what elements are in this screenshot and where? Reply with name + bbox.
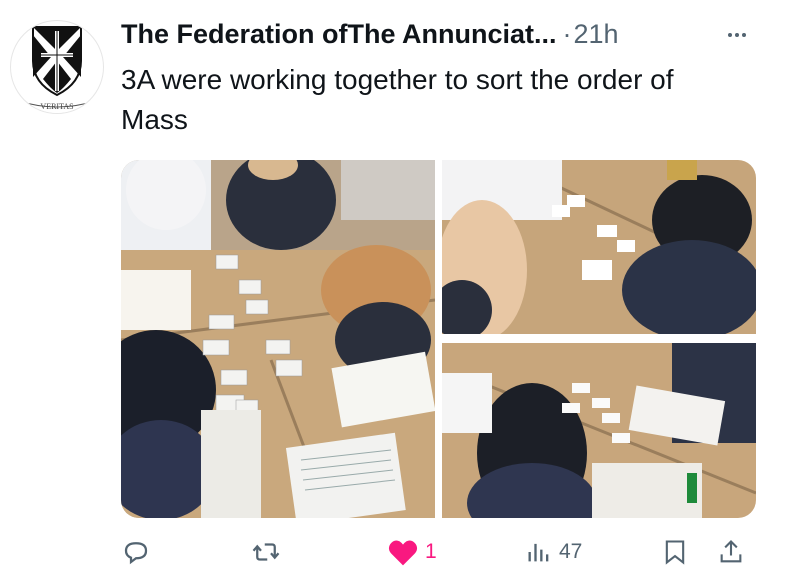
media-photo-2[interactable]: [442, 160, 756, 334]
reply-button[interactable]: [121, 534, 157, 570]
views-count: 47: [559, 540, 583, 563]
views-icon: [528, 543, 549, 562]
media-photo-1[interactable]: [121, 160, 435, 518]
like-icon: [388, 540, 418, 566]
more-icon[interactable]: [722, 20, 752, 50]
retweet-button[interactable]: [251, 534, 287, 570]
bookmark-icon: [665, 540, 685, 565]
reply-icon: [124, 542, 148, 565]
action-bar: 1 47: [121, 530, 761, 574]
like-button[interactable]: 1: [387, 534, 437, 570]
bookmark-button[interactable]: [661, 534, 689, 570]
tweet-text: 3A were working together to sort the ord…: [121, 64, 674, 135]
author-name[interactable]: The Federation ofThe Annunciat...: [121, 19, 557, 50]
timestamp[interactable]: 21h: [574, 19, 619, 50]
tweet-header: The Federation ofThe Annunciat... · 21h: [121, 12, 761, 56]
media-grid: [121, 160, 756, 518]
retweet-icon: [252, 543, 280, 561]
share-button[interactable]: [717, 534, 745, 570]
views-button[interactable]: 47: [525, 534, 582, 570]
avatar[interactable]: VERITAS: [10, 20, 104, 114]
media-photo-3[interactable]: [442, 343, 756, 518]
like-count: 1: [425, 540, 437, 563]
dominican-shield-logo: VERITAS: [18, 26, 96, 113]
avatar-motto-text: VERITAS: [40, 102, 73, 111]
separator: ·: [562, 18, 572, 49]
share-icon: [720, 540, 742, 563]
